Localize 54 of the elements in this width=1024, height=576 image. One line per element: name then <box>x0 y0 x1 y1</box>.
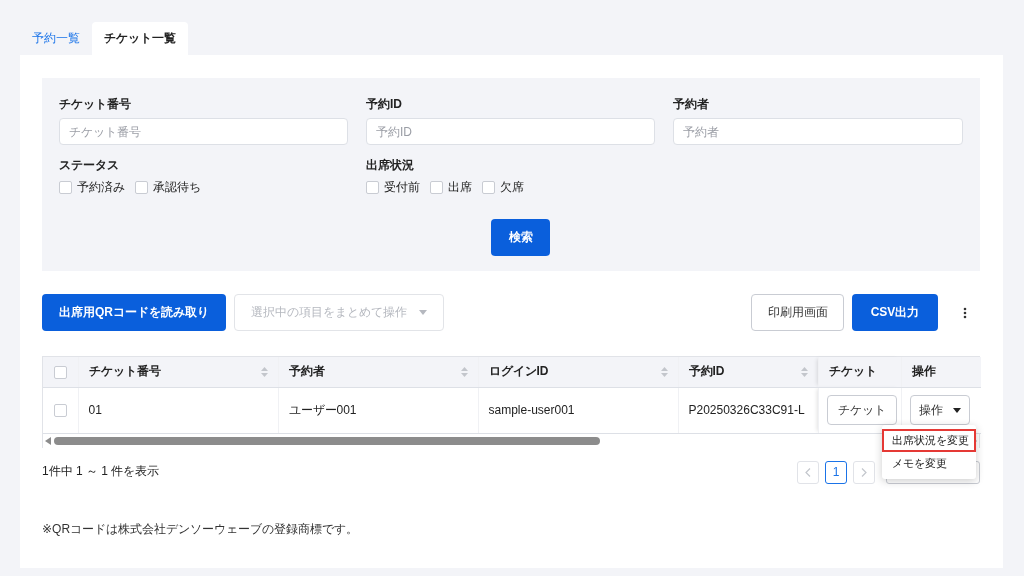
checkbox-label: 承認待ち <box>153 179 201 196</box>
print-button[interactable]: 印刷用画面 <box>751 294 844 331</box>
table-cell: 01 <box>88 403 102 417</box>
checkbox-label: 予約済み <box>77 179 125 196</box>
scan-qr-button[interactable]: 出席用QRコードを読み取り <box>42 294 226 331</box>
checkbox[interactable] <box>430 181 443 194</box>
caret-icon <box>952 407 961 413</box>
checkbox-label: 受付前 <box>384 179 420 196</box>
field-label: 予約ID <box>366 96 403 113</box>
select-all-checkbox[interactable] <box>53 365 67 379</box>
checkbox[interactable] <box>482 181 495 194</box>
table-cell: sample-user001 <box>488 403 575 417</box>
text-field[interactable]: 予約ID <box>366 118 655 145</box>
chevron-left-icon <box>805 467 811 477</box>
caret-icon <box>419 310 427 315</box>
field-label: チケット番号 <box>59 96 132 113</box>
previous-page-button[interactable] <box>797 460 819 484</box>
checkbox[interactable] <box>59 181 72 194</box>
table-cell: P20250326C33C91-L <box>688 403 805 417</box>
sort-icon[interactable] <box>800 366 808 377</box>
text-field[interactable]: チケット番号 <box>59 118 348 145</box>
sort-icon[interactable] <box>660 366 668 377</box>
menu-item[interactable]: 出席状況を変更 <box>882 429 976 452</box>
page-button[interactable]: 1 <box>825 460 847 484</box>
sort-icon[interactable] <box>460 366 468 377</box>
tab[interactable]: 予約一覧 <box>20 22 92 55</box>
ticket-button[interactable]: チケット <box>826 395 897 425</box>
chevron-right-icon <box>861 467 867 477</box>
field-label: 予約者 <box>673 96 710 113</box>
text-field[interactable]: 予約者 <box>673 118 963 145</box>
menu-item[interactable]: メモを変更 <box>882 452 976 475</box>
group-label: 出席状況 <box>366 157 415 174</box>
csv-export-button[interactable]: CSV出力 <box>852 294 938 331</box>
result-summary: 1件中 1 ～ 1 件を表示 <box>42 462 160 480</box>
tab[interactable]: チケット一覧 <box>92 22 188 55</box>
column-header[interactable]: ログインID <box>488 363 549 381</box>
column-header[interactable]: 予約ID <box>688 363 725 381</box>
checkbox[interactable] <box>135 181 148 194</box>
action-dropdown[interactable]: 操作 <box>909 395 970 425</box>
scrollbar-thumb[interactable] <box>54 436 600 445</box>
checkbox-label: 欠席 <box>500 179 524 196</box>
column-header: チケット <box>828 364 877 379</box>
checkbox-label: 出席 <box>448 179 472 196</box>
row-checkbox[interactable] <box>53 404 67 418</box>
footnote: ※QRコードは株式会社デンソーウェーブの登録商標です。 <box>42 520 360 538</box>
checkbox[interactable] <box>366 181 379 194</box>
scroll-left-icon[interactable] <box>45 436 51 445</box>
column-header[interactable]: 予約者 <box>288 363 325 381</box>
group-label: ステータス <box>59 157 120 174</box>
search-button[interactable]: 検索 <box>491 219 550 256</box>
table-cell: ユーザー001 <box>288 402 357 417</box>
next-page-button[interactable] <box>853 460 875 484</box>
sort-icon[interactable] <box>260 366 268 377</box>
column-header: 操作 <box>911 364 936 379</box>
